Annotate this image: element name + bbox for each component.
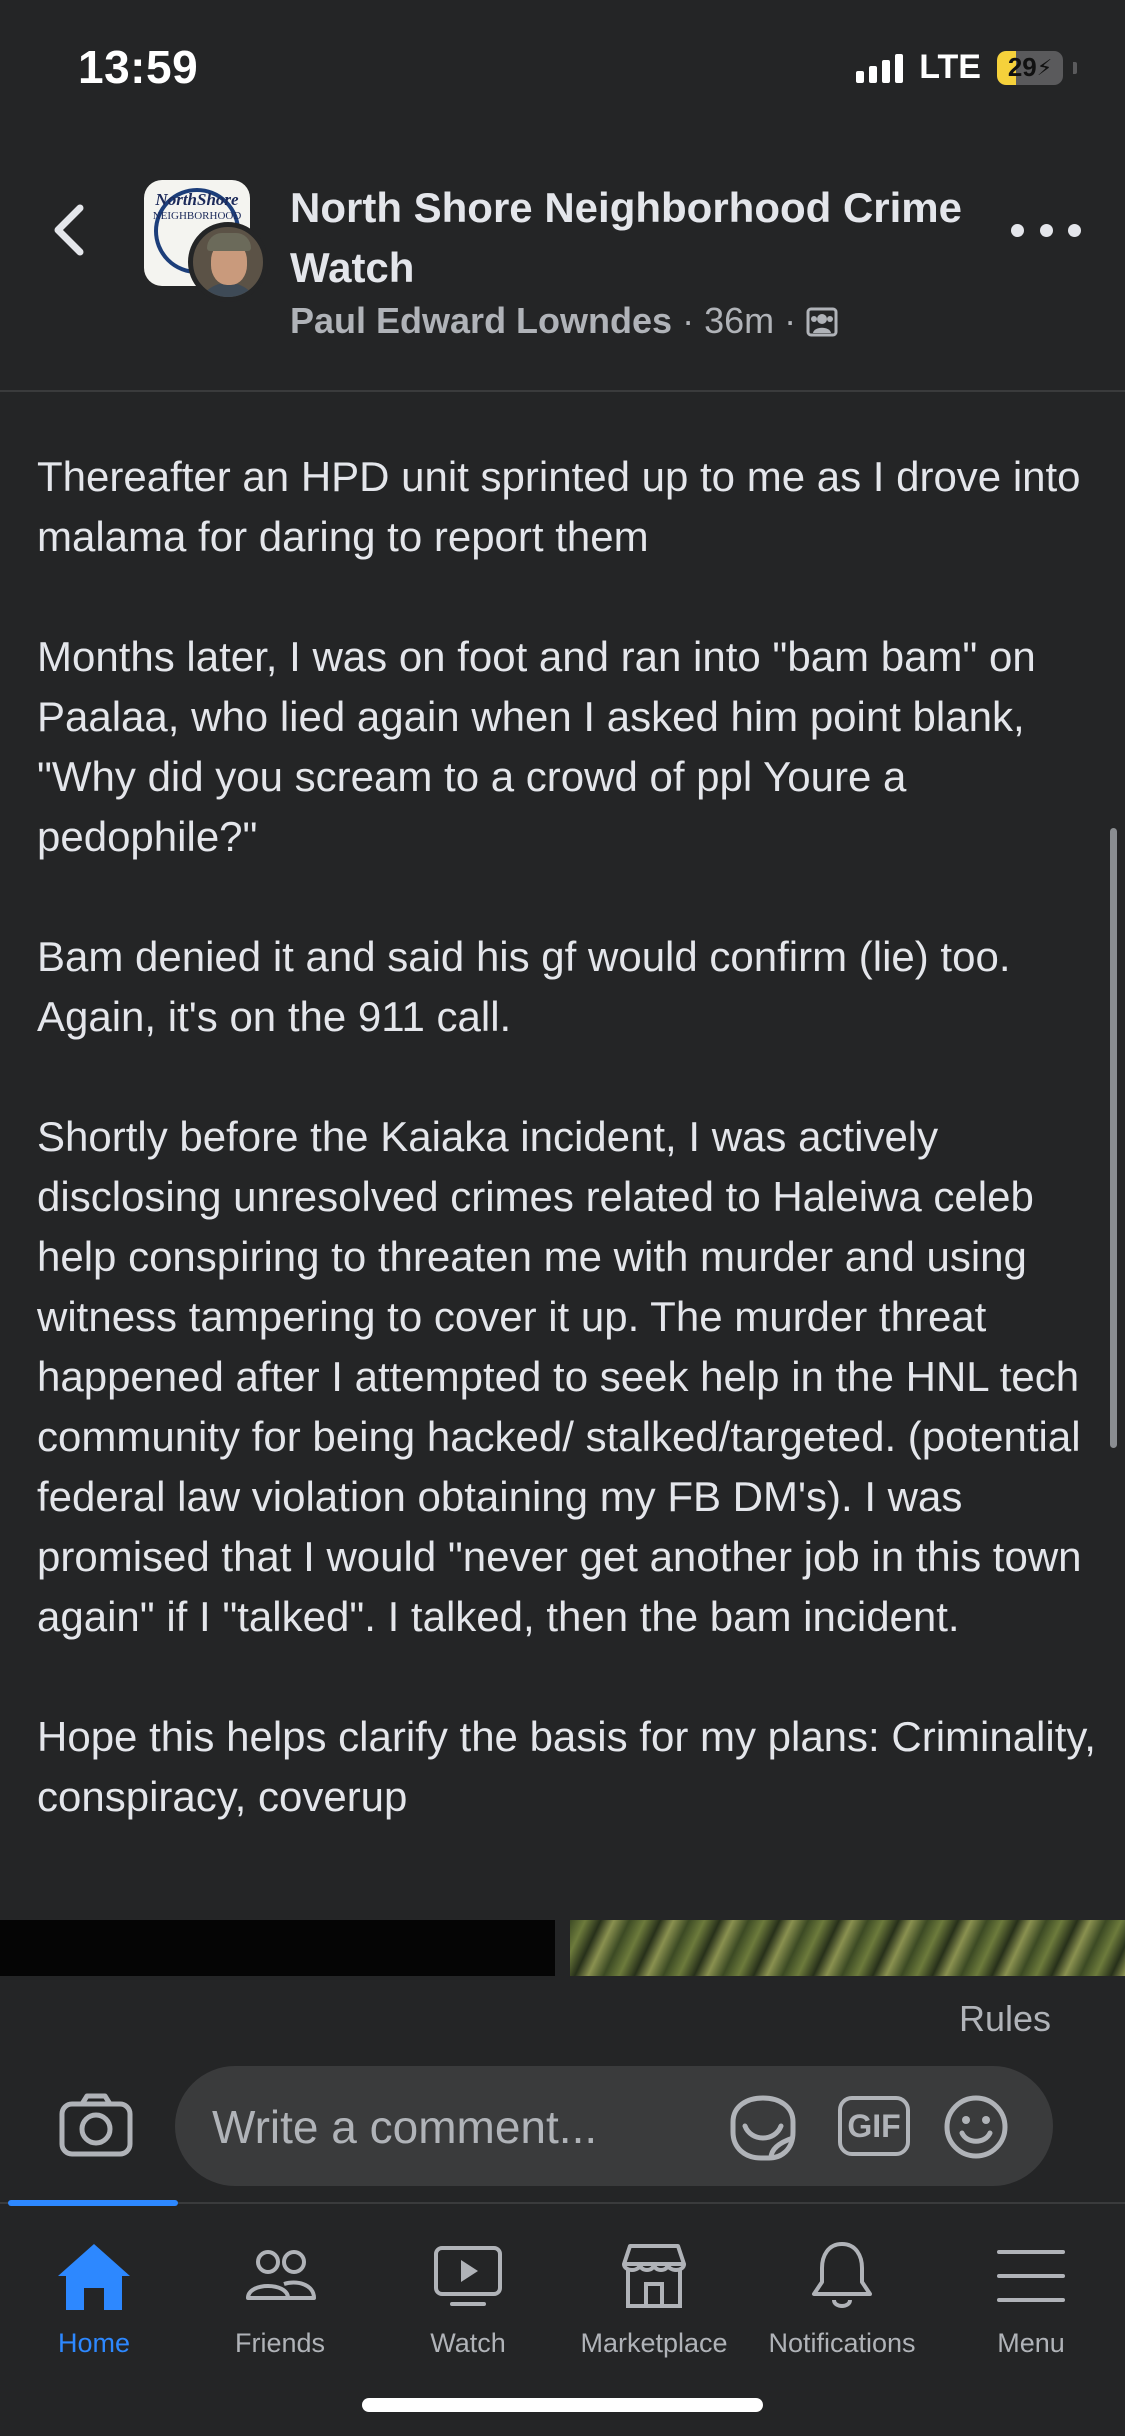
- post-meta: Paul Edward Lowndes · 36m ·: [290, 300, 838, 342]
- network-label: LTE: [919, 48, 981, 86]
- more-options-button[interactable]: [1011, 210, 1081, 250]
- group-logo-text: NorthShore: [155, 190, 239, 209]
- marketplace-icon: [622, 2244, 686, 2308]
- back-button[interactable]: [44, 200, 94, 260]
- author-name[interactable]: Paul Edward Lowndes: [290, 300, 672, 342]
- friends-icon: [246, 2250, 316, 2300]
- post-paragraph: Shortly before the Kaiaka incident, I wa…: [37, 1113, 1082, 1640]
- nav-friends-label: Friends: [234, 2328, 326, 2358]
- post-time: 36m: [704, 300, 775, 341]
- scrollbar[interactable]: [1110, 828, 1117, 1448]
- post-detail-screen: 13:59 LTE 29 ⚡ NorthShore NEIGHBORHOOD N…: [0, 0, 1125, 2436]
- signal-icon: [856, 53, 904, 83]
- gif-button[interactable]: GIF: [838, 2096, 910, 2156]
- post-paragraph: Bam denied it and said his gf would conf…: [37, 933, 1011, 1040]
- status-time: 13:59: [78, 41, 199, 93]
- status-bar: 13:59 LTE 29 ⚡: [0, 0, 1125, 140]
- nav-menu[interactable]: Menu: [937, 2204, 1125, 2364]
- status-indicators: LTE 29 ⚡: [856, 48, 1077, 87]
- post-image[interactable]: [570, 1920, 1125, 1976]
- post-paragraph: Months later, I was on foot and ran into…: [37, 633, 1036, 860]
- post-paragraph: Thereafter an HPD unit sprinted up to me…: [37, 453, 1081, 560]
- bell-icon: [812, 2242, 872, 2308]
- battery-nub: [1073, 61, 1077, 74]
- nav-friends[interactable]: Friends: [186, 2204, 374, 2364]
- camera-button[interactable]: [56, 2090, 136, 2160]
- nav-marketplace[interactable]: Marketplace: [560, 2204, 748, 2364]
- chevron-left-icon: [54, 204, 84, 256]
- camera-icon: [59, 2093, 133, 2157]
- menu-icon: [997, 2250, 1065, 2302]
- emoji-button[interactable]: [943, 2094, 1009, 2160]
- author-avatar[interactable]: [188, 222, 268, 302]
- nav-notifications-label: Notifications: [768, 2328, 916, 2358]
- group-name[interactable]: North Shore Neighborhood Crime Watch: [290, 178, 970, 298]
- battery-icon: 29 ⚡: [997, 50, 1063, 85]
- nav-notifications[interactable]: Notifications: [748, 2204, 936, 2364]
- sticker-icon: [730, 2095, 796, 2161]
- sticker-button[interactable]: [725, 2092, 801, 2164]
- nav-menu-label: Menu: [997, 2328, 1065, 2358]
- group-logo-subtext: NEIGHBORHOOD: [152, 210, 242, 222]
- nav-marketplace-label: Marketplace: [580, 2328, 728, 2358]
- post-paragraph: Hope this helps clarify the basis for my…: [37, 1713, 1096, 1820]
- comment-placeholder: Write a comment...: [212, 2101, 598, 2153]
- members-icon: [806, 307, 838, 337]
- nav-home-label: Home: [57, 2328, 131, 2358]
- post-image[interactable]: [0, 1920, 555, 1976]
- nav-watch-label: Watch: [430, 2328, 506, 2358]
- nav-watch[interactable]: Watch: [374, 2204, 562, 2364]
- watch-icon: [434, 2246, 502, 2306]
- rules-link[interactable]: Rules: [959, 1998, 1051, 2040]
- post-text: Thereafter an HPD unit sprinted up to me…: [37, 447, 1097, 1827]
- emoji-icon: [944, 2095, 1008, 2159]
- post-header: NorthShore NEIGHBORHOOD North Shore Neig…: [0, 150, 1125, 392]
- nav-home[interactable]: Home: [0, 2204, 188, 2364]
- home-indicator[interactable]: [362, 2398, 763, 2412]
- home-icon: [58, 2244, 130, 2310]
- battery-level: 29 ⚡: [1007, 52, 1053, 82]
- comment-input[interactable]: Write a comment... GIF: [175, 2066, 1053, 2186]
- comment-composer: Rules Write a comment... GIF: [0, 1976, 1125, 2206]
- post-images: [0, 1920, 1125, 1976]
